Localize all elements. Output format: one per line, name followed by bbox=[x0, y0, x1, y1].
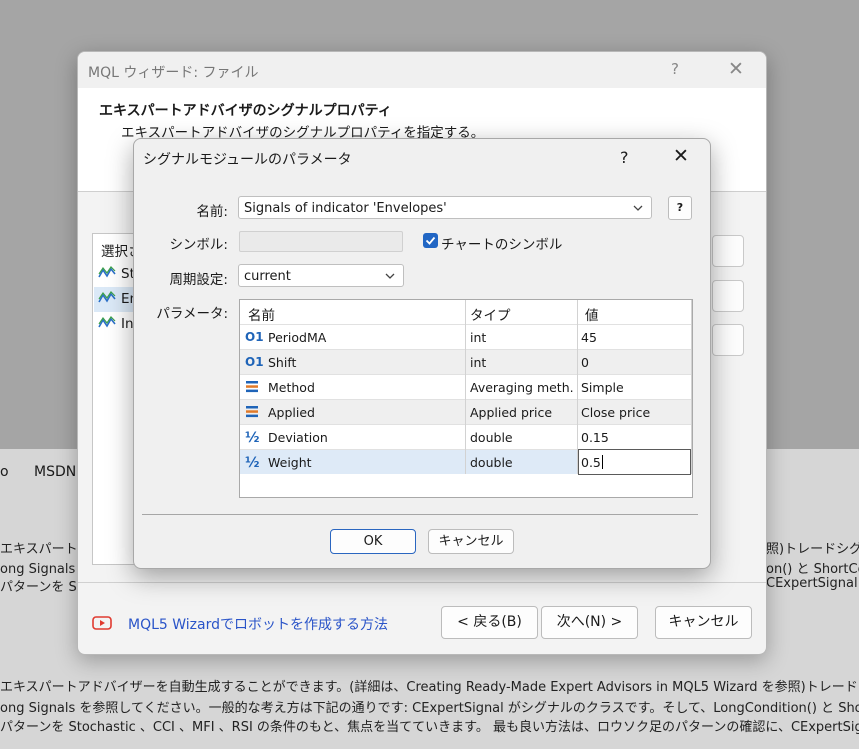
param-type: Averaging meth... bbox=[470, 380, 574, 395]
background-text-right: CExpertSignal bbox=[766, 576, 858, 591]
param-name: Weight bbox=[268, 455, 312, 470]
signal-help-button[interactable]: ? bbox=[668, 196, 692, 220]
symbol-label: シンボル: bbox=[169, 237, 228, 253]
video-tutorial-link[interactable]: MQL5 Wizardでロボットを作成する方法 bbox=[128, 614, 388, 634]
param-name: Method bbox=[268, 380, 315, 395]
wizard-titlebar: MQL ウィザード: ファイル ? ✕ bbox=[78, 52, 766, 88]
background-tab-o[interactable]: o bbox=[0, 464, 9, 480]
param-row-periodma[interactable]: O1 PeriodMA int 45 bbox=[240, 324, 692, 349]
next-button[interactable]: 次へ(N) > bbox=[541, 606, 638, 639]
dialog-help-button[interactable]: ? bbox=[620, 148, 629, 167]
signal-wave-icon bbox=[98, 265, 116, 285]
param-value-text: 0.5 bbox=[581, 455, 601, 470]
background-text-line: エキスパートアドバイザーを自動生成することができます。(詳細は、Creating… bbox=[0, 680, 859, 695]
add-signal-button[interactable] bbox=[712, 235, 744, 267]
param-type: int bbox=[470, 355, 487, 370]
background-text-right: on() と ShortCo bbox=[766, 562, 859, 577]
grid-column-divider bbox=[577, 300, 578, 474]
ok-button[interactable]: OK bbox=[330, 529, 416, 554]
param-value[interactable]: Close price bbox=[581, 405, 650, 420]
signal-wave-icon bbox=[98, 290, 116, 310]
param-type: int bbox=[470, 330, 487, 345]
fraction-icon: ½ bbox=[245, 455, 260, 471]
background-text-line: ong Signals を参照してください。一般的な考え方は下記の通りです: C… bbox=[0, 701, 859, 716]
fraction-icon: ½ bbox=[245, 430, 260, 446]
dialog-titlebar: シグナルモジュールのパラメータ ? ✕ bbox=[134, 139, 710, 177]
signal-name-combo[interactable]: Signals of indicator 'Envelopes' bbox=[238, 196, 652, 219]
param-value[interactable]: 0.15 bbox=[581, 430, 609, 445]
parameters-label: パラメータ: bbox=[156, 306, 228, 322]
remove-signal-button[interactable] bbox=[712, 280, 744, 312]
wizard-title: MQL ウィザード: ファイル bbox=[88, 65, 259, 81]
chevron-down-icon bbox=[632, 202, 644, 218]
signal-name-value: Signals of indicator 'Envelopes' bbox=[244, 201, 447, 216]
param-value[interactable]: 0 bbox=[581, 355, 589, 370]
integer-icon: O1 bbox=[245, 355, 264, 369]
param-type: double bbox=[470, 455, 513, 470]
signal-wave-icon bbox=[98, 315, 116, 335]
background-text-right: 照)トレードシグナル bbox=[766, 542, 859, 557]
chart-symbol-checkbox[interactable] bbox=[423, 233, 438, 248]
dialog-title: シグナルモジュールのパラメータ bbox=[143, 152, 352, 168]
enum-list-icon bbox=[245, 380, 259, 396]
signal-parameters-dialog: シグナルモジュールのパラメータ ? ✕ 名前: Signals of indic… bbox=[133, 138, 711, 569]
chevron-down-icon bbox=[384, 270, 396, 286]
grid-column-divider bbox=[465, 300, 466, 474]
background-tab-msdn[interactable]: MSDN bbox=[34, 464, 76, 480]
enum-list-icon bbox=[245, 405, 259, 421]
param-type: Applied price bbox=[470, 405, 553, 420]
param-name: Shift bbox=[268, 355, 297, 370]
param-name: Applied bbox=[268, 405, 315, 420]
param-value[interactable]: Simple bbox=[581, 380, 624, 395]
param-row-weight[interactable]: ½ Weight double 0.5 bbox=[240, 449, 692, 475]
grid-column-divider bbox=[691, 300, 692, 474]
signal-list-item-label: In bbox=[121, 316, 134, 332]
youtube-icon[interactable] bbox=[92, 615, 112, 635]
grid-header-type[interactable]: タイプ bbox=[470, 304, 511, 324]
text-caret bbox=[601, 455, 603, 469]
background-text-line: パターンを Stochastic 、CCI 、MFI 、RSI の条件のもと、焦… bbox=[0, 720, 859, 735]
period-value: current bbox=[244, 269, 291, 284]
param-name: Deviation bbox=[268, 430, 328, 445]
checkmark-icon bbox=[425, 236, 436, 245]
edit-signal-button[interactable] bbox=[712, 324, 744, 356]
param-value-editor[interactable]: 0.5 bbox=[578, 449, 691, 475]
param-row-deviation[interactable]: ½ Deviation double 0.15 bbox=[240, 424, 692, 449]
integer-icon: O1 bbox=[245, 330, 264, 344]
period-label: 周期設定: bbox=[169, 272, 228, 288]
symbol-field bbox=[239, 231, 403, 252]
wizard-header-title: エキスパートアドバイザのシグナルプロパティ bbox=[99, 103, 392, 119]
param-row-applied[interactable]: Applied Applied price Close price bbox=[240, 399, 692, 424]
wizard-cancel-button[interactable]: キャンセル bbox=[655, 606, 752, 639]
grid-header-name[interactable]: 名前 bbox=[248, 304, 275, 324]
param-value: 0.5 bbox=[581, 455, 603, 470]
back-button[interactable]: < 戻る(B) bbox=[441, 606, 538, 639]
grid-header: 名前 タイプ 値 bbox=[240, 300, 692, 324]
name-label: 名前: bbox=[196, 204, 228, 220]
chart-symbol-label[interactable]: チャートのシンボル bbox=[441, 233, 562, 253]
param-row-shift[interactable]: O1 Shift int 0 bbox=[240, 349, 692, 374]
period-combo[interactable]: current bbox=[238, 264, 404, 287]
wizard-divider bbox=[78, 582, 766, 583]
dialog-divider bbox=[142, 514, 698, 515]
param-type: double bbox=[470, 430, 513, 445]
parameters-grid[interactable]: 名前 タイプ 値 O1 PeriodMA int 45 O1 Shift int… bbox=[239, 299, 693, 498]
wizard-close-button[interactable]: ✕ bbox=[728, 58, 744, 80]
param-value[interactable]: 45 bbox=[581, 330, 597, 345]
wizard-help-button[interactable]: ? bbox=[671, 60, 679, 78]
param-name: PeriodMA bbox=[268, 330, 327, 345]
dialog-close-button[interactable]: ✕ bbox=[673, 145, 689, 167]
grid-header-value[interactable]: 値 bbox=[585, 304, 599, 324]
param-row-method[interactable]: Method Averaging meth... Simple bbox=[240, 374, 692, 399]
dialog-cancel-button[interactable]: キャンセル bbox=[428, 529, 514, 554]
